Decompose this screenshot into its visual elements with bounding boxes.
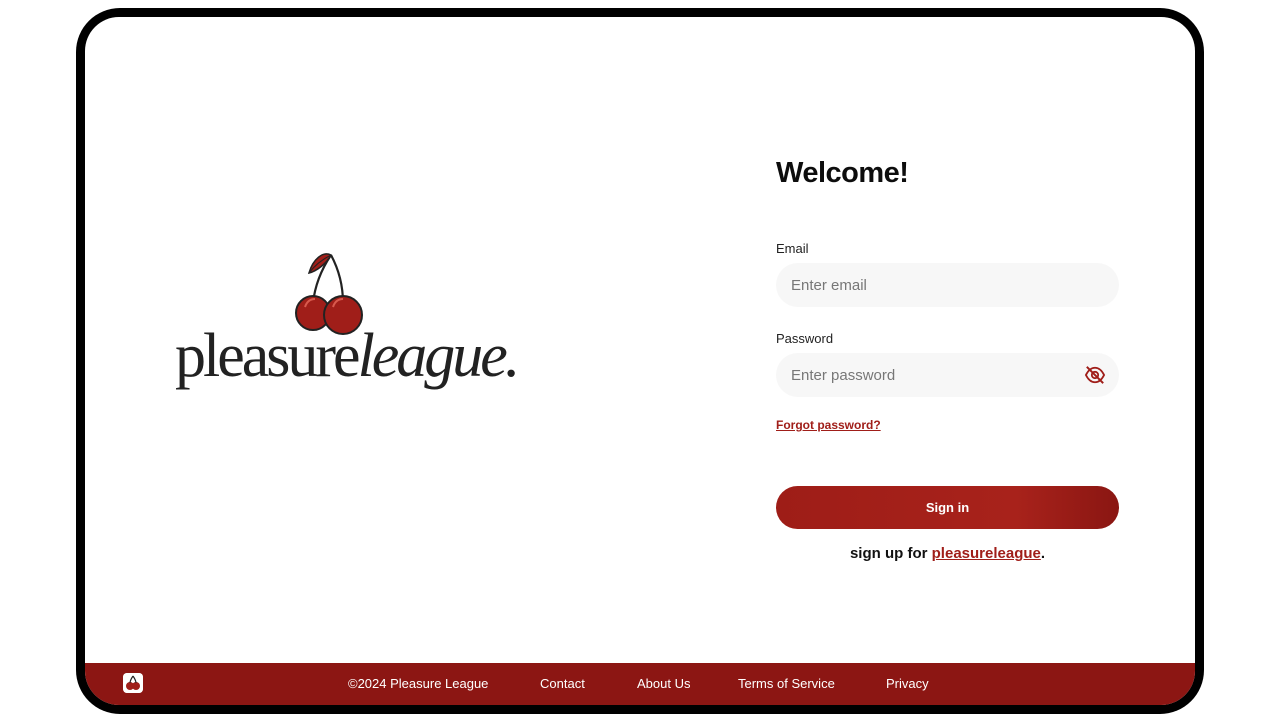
page-title: Welcome! <box>776 157 909 189</box>
signup-suffix: . <box>1040 545 1046 562</box>
eye-off-icon[interactable] <box>1084 365 1106 385</box>
brand-logo: pleasureleague. <box>175 245 520 405</box>
footer-copyright: ©2024 Pleasure League <box>348 676 489 691</box>
email-label: Email <box>776 241 809 256</box>
cherry-icon[interactable] <box>123 673 143 693</box>
signin-button[interactable]: Sign in <box>776 486 1119 529</box>
brand-wordmark-plain: pleasure <box>175 322 361 390</box>
footer-link-contact[interactable]: Contact <box>540 676 585 691</box>
forgot-password-link[interactable]: Forgot password? <box>776 418 881 432</box>
brand-wordmark-italic: league. <box>357 322 521 390</box>
signup-link[interactable]: pleasureleague <box>932 545 1041 562</box>
footer-link-privacy[interactable]: Privacy <box>886 676 929 691</box>
device-frame: pleasureleague. Welcome! Email Password … <box>76 8 1204 714</box>
password-label: Password <box>776 331 834 346</box>
signup-prefix: sign up for <box>849 545 932 562</box>
footer-link-about[interactable]: About Us <box>637 676 690 691</box>
screen: pleasureleague. Welcome! Email Password … <box>85 17 1195 705</box>
signin-form: Welcome! Email Password Forgot password?… <box>776 157 1119 562</box>
footer-link-terms[interactable]: Terms of Service <box>738 676 835 691</box>
email-field[interactable] <box>776 263 1119 307</box>
signup-text: sign up for pleasureleague. <box>776 545 1119 562</box>
password-field[interactable] <box>776 353 1119 397</box>
brand-wordmark: pleasureleague. <box>175 322 521 390</box>
footer: ©2024 Pleasure League Contact About Us T… <box>85 663 1195 705</box>
